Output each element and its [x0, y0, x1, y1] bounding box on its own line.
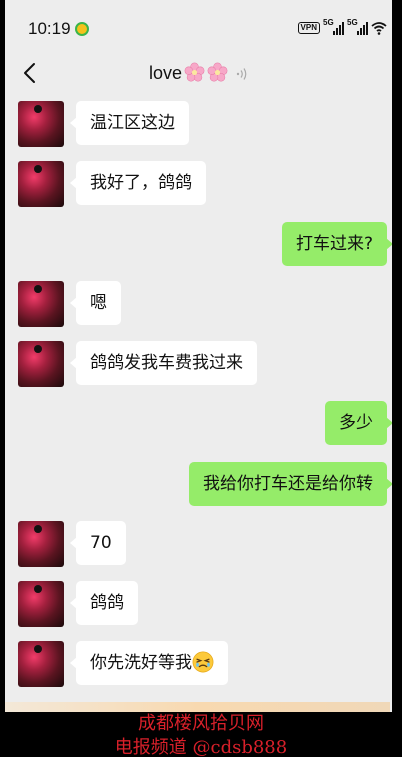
- avatar[interactable]: [18, 641, 64, 687]
- message-row: 我好了，鸽鸽: [18, 161, 206, 207]
- message-row: 鸽鸽发我车费我过来: [18, 341, 257, 387]
- voice-wave-icon: [236, 68, 247, 80]
- message-row: 70: [18, 521, 126, 567]
- message-bubble[interactable]: 多少: [325, 401, 392, 445]
- message-bubble[interactable]: 你先洗好等我: [70, 641, 228, 685]
- avatar[interactable]: [18, 281, 64, 327]
- network-type-label: 5G: [323, 18, 334, 27]
- avatar[interactable]: [18, 521, 64, 567]
- status-time: 10:19: [28, 19, 71, 38]
- tearful-face-emoji-icon: [192, 651, 214, 673]
- avatar[interactable]: [18, 341, 64, 387]
- message-row: 多少: [325, 401, 392, 445]
- message-bubble[interactable]: 鸽鸽发我车费我过来: [70, 341, 257, 385]
- cherry-blossom-icon: [184, 62, 205, 82]
- watermark-line-1: 成都楼风拾贝网: [138, 713, 264, 734]
- app-notification-icon: [75, 22, 89, 36]
- status-indicators: VPN 5G 5G: [297, 18, 387, 36]
- watermark-line-2: 电报频道 @cdsb888: [114, 737, 288, 757]
- avatar[interactable]: [18, 161, 64, 207]
- wifi-icon: [371, 22, 387, 35]
- message-row: 温江区这边: [18, 101, 189, 147]
- avatar[interactable]: [18, 101, 64, 147]
- message-row: 你先洗好等我: [18, 641, 228, 687]
- message-bubble[interactable]: 70: [70, 521, 126, 565]
- message-bubble[interactable]: 嗯: [70, 281, 121, 325]
- chat-header: love: [5, 52, 392, 94]
- message-bubble[interactable]: 打车过来?: [281, 222, 392, 266]
- message-bubble[interactable]: 我给你打车还是给你转: [189, 462, 392, 506]
- message-bubble[interactable]: 鸽鸽: [70, 581, 138, 625]
- network-type-label: 5G: [347, 18, 358, 27]
- message-bubble[interactable]: 我好了，鸽鸽: [70, 161, 206, 205]
- chat-title[interactable]: love: [5, 62, 392, 84]
- avatar[interactable]: [18, 581, 64, 627]
- signal-icon: 5G: [323, 18, 344, 35]
- status-bar: 10:19 VPN 5G 5G: [5, 0, 392, 52]
- message-bubble[interactable]: 温江区这边: [70, 101, 189, 145]
- message-text: 你先洗好等我: [90, 653, 192, 673]
- message-row: 打车过来?: [281, 222, 392, 266]
- vpn-badge: VPN: [297, 22, 320, 34]
- cherry-blossom-icon: [207, 62, 228, 82]
- chat-screen: 10:19 VPN 5G 5G love 温江区这边 我好了，鸽鸽 打车过来? …: [5, 0, 392, 712]
- signal-icon: 5G: [347, 18, 368, 35]
- message-row: 鸽鸽: [18, 581, 138, 627]
- message-row: 嗯: [18, 281, 121, 327]
- message-row: 我给你打车还是给你转: [189, 462, 392, 506]
- contact-name: love: [148, 63, 183, 83]
